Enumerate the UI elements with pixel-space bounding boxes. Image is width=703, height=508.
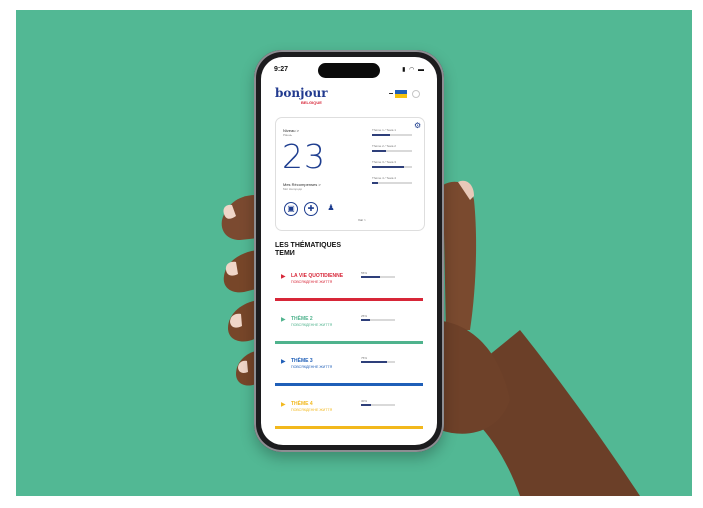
- play-arrow-icon: ▶: [281, 402, 286, 408]
- smartphone: 9:27 ▮ ◠ ▬ bonjour BELGIQUE ⚙ Niveau > Р…: [254, 50, 444, 452]
- ukraine-flag-icon[interactable]: [395, 90, 407, 98]
- phone-screen: 9:27 ▮ ◠ ▬ bonjour BELGIQUE ⚙ Niveau > Р…: [261, 57, 437, 445]
- theme-progress-3: Thème 3 / Тема 3: [372, 160, 412, 168]
- train-icon[interactable]: ▣: [284, 202, 298, 216]
- level-card: ⚙ Niveau > Рівень 23 Mes Récompenses > М…: [275, 117, 425, 231]
- level-number: 23: [282, 137, 326, 176]
- theme-color-bar: [275, 298, 423, 301]
- dynamic-island: [318, 63, 380, 78]
- play-arrow-icon: ▶: [281, 359, 286, 365]
- medical-cross-icon[interactable]: ✚: [304, 202, 318, 216]
- theme-progress-4: Thème 4 / Тема 4: [372, 176, 412, 184]
- app-logo: bonjour: [275, 86, 328, 100]
- theme-row[interactable]: ▶ LA VIE QUOTIDIENNE ПОВСЯКДЕННЕ ЖИТТЯ 5…: [275, 265, 423, 303]
- photo-frame: 9:27 ▮ ◠ ▬ bonjour BELGIQUE ⚙ Niveau > Р…: [0, 0, 703, 508]
- theme-color-bar: [275, 383, 423, 386]
- theme-color-bar: [275, 426, 423, 429]
- themes-heading: LES THÉMATIQUES ТЕМИ: [275, 242, 341, 257]
- theme-progress-2: Thème 2 / Тема 2: [372, 144, 412, 152]
- signal-wifi-battery-icon: ▮ ◠ ▬: [402, 67, 425, 73]
- desk-person-icon[interactable]: ♟: [324, 202, 338, 216]
- language-divider: [389, 93, 393, 94]
- theme-row[interactable]: ▶ THÈME 3 ПОВСЯКДЕННЕ ЖИТТЯ 75%: [275, 350, 423, 388]
- rewards-subtitle: Мої Нагороди: [283, 187, 303, 191]
- play-arrow-icon: ▶: [281, 317, 286, 323]
- theme-row[interactable]: ▶ THÈME 2 ПОВСЯКДЕННЕ ЖИТТЯ 25%: [275, 308, 423, 346]
- see-all-link[interactable]: Voir >: [358, 218, 366, 222]
- play-arrow-icon: ▶: [281, 274, 286, 280]
- theme-row[interactable]: ▶ THÈME 4 ПОВСЯКДЕННЕ ЖИТТЯ 30%: [275, 393, 423, 431]
- gear-icon[interactable]: ⚙: [414, 121, 421, 130]
- status-time: 9:27: [274, 66, 289, 73]
- theme-color-bar: [275, 341, 423, 344]
- app-logo-subtitle: BELGIQUE: [301, 100, 322, 105]
- theme-progress-1: Thème 1 / Тема 1: [372, 128, 412, 136]
- help-icon[interactable]: [412, 90, 420, 98]
